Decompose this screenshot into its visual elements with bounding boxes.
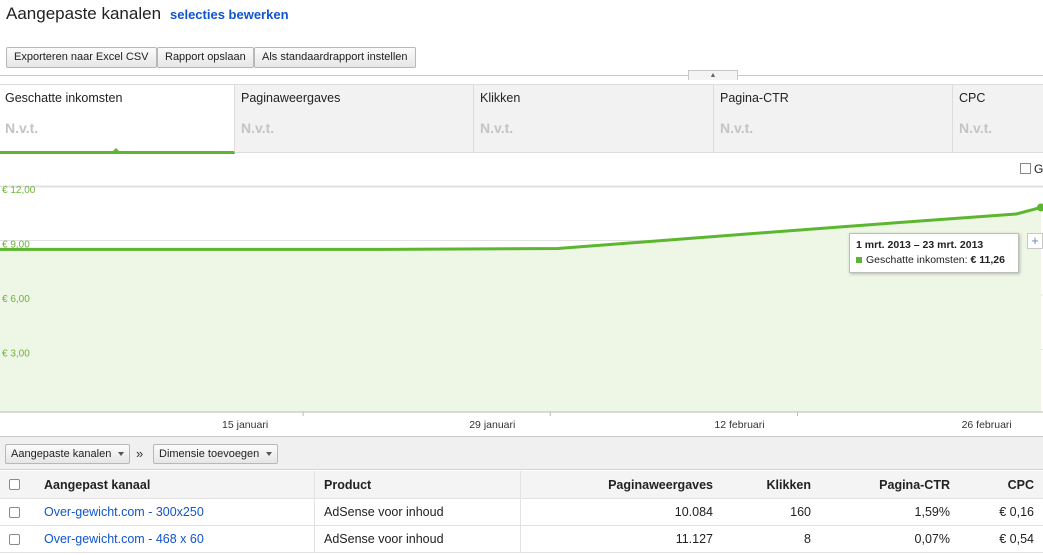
compare-label: G (1034, 162, 1043, 176)
separator-arrows: » (136, 446, 144, 461)
metric-tab-page-views[interactable]: Paginaweergaves N.v.t. (236, 85, 474, 153)
page-views-cell: 10.084 (674, 505, 713, 519)
table-row: Over-gewicht.com - 300x250 AdSense voor … (0, 499, 1043, 526)
page-ctr-cell: 0,07% (914, 532, 950, 546)
y-tick-label: € 6,00 (2, 294, 30, 305)
col-header-page-views[interactable]: Paginaweergaves (520, 471, 713, 498)
dimension-bar: Aangepaste kanalen » Dimensie toevoegen (0, 436, 1043, 470)
collapse-chevron-up-icon[interactable]: ▲ (688, 70, 738, 80)
y-tick-label: € 12,00 (2, 185, 36, 196)
page-ctr-cell: 1,59% (914, 505, 950, 519)
chart-svg: € 12,00 € 9,00 € 6,00 € 3,00 15 januari 29 ja… (0, 185, 1043, 431)
compare-checkbox[interactable] (1020, 163, 1031, 174)
toolbar-divider (0, 75, 1043, 76)
metric-name: Pagina-CTR (720, 91, 789, 105)
metric-value: N.v.t. (241, 120, 275, 136)
page-views-cell: 11.127 (675, 532, 713, 546)
column-divider (314, 526, 315, 552)
zoom-plus-icon[interactable]: + (1027, 233, 1043, 249)
earnings-chart: G € 12,00 € 9,00 € 6,00 € 3,00 15 januari 29 … (0, 154, 1043, 436)
cpc-cell: € 0,16 (999, 505, 1034, 519)
export-csv-button[interactable]: Exporteren naar Excel CSV (6, 47, 157, 68)
chevron-down-icon (118, 452, 125, 456)
product-cell: AdSense voor inhoud (324, 505, 444, 519)
chevron-down-icon (266, 452, 273, 456)
column-divider (314, 499, 315, 525)
channel-link[interactable]: Over-gewicht.com - 468 x 60 (44, 526, 204, 552)
clicks-cell: 8 (804, 532, 811, 546)
metric-value: N.v.t. (5, 120, 39, 136)
metric-value: N.v.t. (480, 120, 514, 136)
cpc-cell: € 0,54 (999, 532, 1034, 546)
add-dimension-label: Dimensie toevoegen (159, 448, 260, 460)
channel-link[interactable]: Over-gewicht.com - 300x250 (44, 499, 204, 525)
clicks-cell: 160 (790, 505, 811, 519)
row-checkbox[interactable] (9, 507, 20, 518)
col-header-clicks[interactable]: Klikken (720, 471, 811, 498)
metric-value: N.v.t. (959, 120, 993, 136)
metric-name: CPC (959, 91, 986, 105)
primary-dimension-dropdown[interactable]: Aangepaste kanalen (5, 444, 131, 464)
tooltip-label: Geschatte inkomsten: (866, 254, 968, 266)
x-tick-label: 15 januari (222, 419, 268, 431)
save-report-button[interactable]: Rapport opslaan (157, 47, 254, 68)
row-checkbox[interactable] (9, 534, 20, 545)
set-default-report-button[interactable]: Als standaardrapport instellen (254, 47, 416, 68)
col-header-cpc[interactable]: CPC (960, 471, 1034, 498)
metric-tab-clicks[interactable]: Klikken N.v.t. (475, 85, 714, 153)
metric-tab-estimated-earnings[interactable]: Geschatte inkomsten N.v.t. (0, 85, 235, 154)
table-row: Over-gewicht.com - 468 x 60 AdSense voor… (0, 526, 1043, 553)
x-tick-label: 12 februari (714, 419, 764, 431)
table-header-row: Aangepast kanaal Product Paginaweergaves… (0, 471, 1043, 499)
x-tick-label: 26 februari (962, 419, 1012, 431)
metric-tab-cpc[interactable]: CPC N.v.t. (954, 85, 1043, 153)
series-swatch-icon (856, 257, 862, 264)
y-tick-label: € 3,00 (2, 349, 30, 360)
metric-name: Klikken (480, 91, 521, 105)
add-dimension-dropdown[interactable]: Dimensie toevoegen (153, 444, 279, 464)
col-header-channel[interactable]: Aangepast kanaal (44, 471, 150, 498)
col-header-page-ctr[interactable]: Pagina-CTR (820, 471, 950, 498)
report-header: Aangepaste kanalen selecties bewerken (0, 0, 1043, 40)
metric-tabs: Geschatte inkomsten N.v.t. Paginaweergav… (0, 84, 1043, 154)
chart-tooltip: 1 mrt. 2013 – 23 mrt. 2013 Geschatte ink… (849, 233, 1019, 273)
select-all-checkbox[interactable] (9, 479, 20, 490)
metric-tab-page-ctr[interactable]: Pagina-CTR N.v.t. (715, 85, 953, 153)
page-title: Aangepaste kanalen (6, 4, 162, 23)
tooltip-date: 1 mrt. 2013 – 23 mrt. 2013 (856, 239, 984, 251)
metric-value: N.v.t. (720, 120, 754, 136)
tooltip-value: € 11,26 (970, 254, 1005, 266)
edit-selections-link[interactable]: selecties bewerken (170, 7, 289, 22)
product-cell: AdSense voor inhoud (324, 532, 444, 546)
y-tick-label: € 9,00 (2, 240, 30, 251)
metric-name: Paginaweergaves (241, 91, 341, 105)
metric-name: Geschatte inkomsten (5, 91, 123, 105)
col-header-product[interactable]: Product (324, 471, 371, 498)
column-divider (314, 471, 315, 498)
tooltip-row: Geschatte inkomsten: € 11,26 (856, 254, 1012, 266)
primary-dimension-label: Aangepaste kanalen (11, 448, 112, 460)
x-tick-label: 29 januari (469, 419, 515, 431)
